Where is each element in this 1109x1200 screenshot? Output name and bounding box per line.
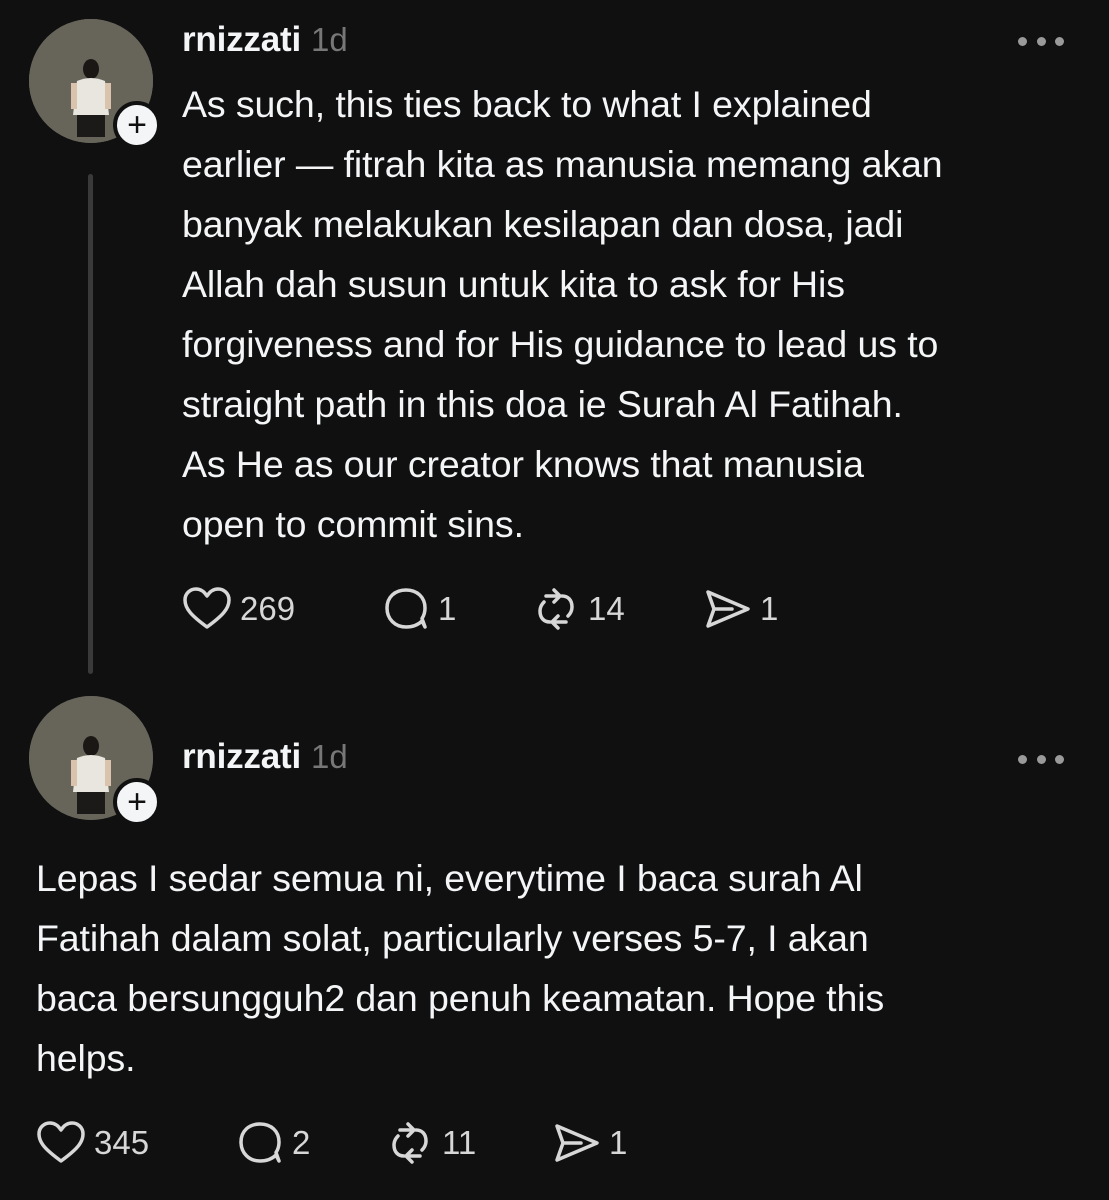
reply-button[interactable]: 2: [236, 1118, 310, 1168]
post-header: rnizzati 1d: [182, 737, 348, 777]
repost-icon: [392, 1122, 428, 1164]
repost-count: 11: [442, 1124, 477, 1161]
like-count: 345: [94, 1124, 150, 1161]
avatar-container[interactable]: +: [29, 696, 161, 826]
comment-icon: [239, 1122, 281, 1163]
post-actions: 345 2 11 1: [36, 1118, 656, 1168]
plus-icon: +: [127, 783, 147, 821]
reply-count: 2: [292, 1124, 311, 1161]
timestamp: 1d: [310, 738, 348, 775]
repost-button[interactable]: 11: [386, 1118, 476, 1168]
share-button[interactable]: 1: [551, 1118, 627, 1168]
like-button[interactable]: 345: [36, 1118, 149, 1168]
send-icon: [555, 1124, 599, 1162]
share-count: 1: [609, 1124, 628, 1161]
thread-post-2: + rnizzati 1d Lepas I sedar semua ni, eve…: [0, 0, 1109, 1200]
follow-plus-button[interactable]: +: [113, 778, 161, 826]
username[interactable]: rnizzati: [182, 737, 301, 776]
more-dots-icon[interactable]: [1018, 752, 1064, 766]
post-text: Lepas I sedar semua ni, everytime I baca…: [36, 857, 885, 1079]
heart-icon: [37, 1121, 85, 1163]
